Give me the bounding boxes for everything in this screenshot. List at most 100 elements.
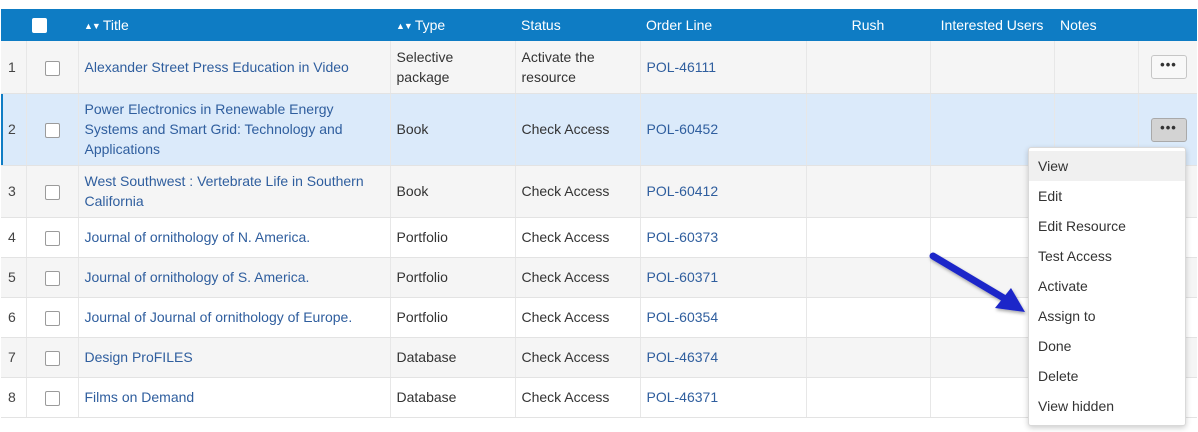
order-line-cell: POL-60371 — [640, 257, 807, 298]
title-link[interactable]: Journal of Journal of ornithology of Eur… — [85, 309, 353, 325]
table-row[interactable]: 1 Alexander Street Press Education in Vi… — [1, 41, 1197, 94]
order-line-link[interactable]: POL-60354 — [647, 309, 719, 325]
row-select-cell[interactable] — [26, 93, 79, 166]
header-actions — [1138, 9, 1197, 41]
table-header-row: ▲▼ Title ▲▼ Type Status Order Line Rush In… — [1, 9, 1197, 41]
row-checkbox[interactable] — [44, 390, 60, 406]
menu-item-done[interactable]: Done — [1029, 331, 1185, 361]
status-cell: Check Access — [515, 93, 641, 166]
title-cell: Journal of ornithology of S. America. — [78, 257, 391, 298]
order-line-link[interactable]: POL-46111 — [647, 59, 717, 75]
order-line-cell: POL-60412 — [640, 165, 807, 218]
row-checkbox[interactable] — [44, 184, 60, 200]
rush-cell — [806, 41, 931, 94]
rush-cell — [806, 93, 931, 166]
row-checkbox[interactable] — [44, 122, 60, 138]
row-number: 7 — [1, 337, 27, 378]
type-cell: Portfolio — [390, 297, 516, 338]
header-notes-label: Notes — [1060, 17, 1097, 33]
order-line-link[interactable]: POL-60452 — [647, 121, 719, 137]
header-rownum — [1, 9, 26, 41]
order-line-link[interactable]: POL-60371 — [647, 269, 719, 285]
title-link[interactable]: Design ProFILES — [85, 349, 193, 365]
title-link[interactable]: West Southwest : Vertebrate Life in Sout… — [85, 173, 364, 209]
header-rush-label: Rush — [851, 17, 885, 33]
table-row[interactable]: 8 Films on Demand Database Check Access … — [1, 377, 1197, 418]
table-row[interactable]: 2 Power Electronics in Renewable Energy … — [1, 93, 1197, 166]
row-select-cell[interactable] — [26, 257, 79, 298]
interested-users-cell — [930, 41, 1055, 94]
header-interested-users-label: Interested Users — [940, 17, 1044, 33]
status-cell: Check Access — [515, 165, 641, 218]
status-cell: Check Access — [515, 217, 641, 258]
header-order-line: Order Line — [640, 9, 806, 41]
row-select-cell[interactable] — [26, 297, 79, 338]
order-line-cell: POL-46374 — [640, 337, 807, 378]
header-title[interactable]: ▲▼ Title — [78, 9, 390, 41]
sort-arrows-icon[interactable]: ▲▼ — [396, 21, 413, 31]
title-link[interactable]: Journal of ornithology of N. America. — [85, 229, 311, 245]
select-all-checkbox[interactable] — [32, 18, 47, 34]
order-line-link[interactable]: POL-46371 — [647, 389, 719, 405]
type-cell: Portfolio — [390, 257, 516, 298]
menu-item-edit[interactable]: Edit — [1029, 181, 1185, 211]
type-cell: Database — [390, 337, 516, 378]
rush-cell — [806, 217, 931, 258]
header-select-all[interactable] — [26, 9, 78, 41]
menu-item-test-access[interactable]: Test Access — [1029, 241, 1185, 271]
row-select-cell[interactable] — [26, 41, 79, 94]
row-select-cell[interactable] — [26, 337, 79, 378]
row-number: 2 — [1, 93, 27, 166]
title-link[interactable]: Alexander Street Press Education in Vide… — [85, 59, 349, 75]
row-select-cell[interactable] — [26, 165, 79, 218]
row-number: 1 — [1, 41, 27, 94]
rush-cell — [806, 165, 931, 218]
more-actions-icon[interactable]: ••• — [1150, 117, 1187, 142]
order-line-link[interactable]: POL-60412 — [647, 183, 719, 199]
title-link[interactable]: Films on Demand — [85, 389, 195, 405]
title-cell: Alexander Street Press Education in Vide… — [78, 41, 391, 94]
header-type[interactable]: ▲▼ Type — [390, 9, 515, 41]
rush-cell — [806, 377, 931, 418]
actions-cell: ••• — [1138, 41, 1197, 94]
title-cell: Journal of ornithology of N. America. — [78, 217, 391, 258]
row-checkbox[interactable] — [44, 270, 60, 286]
sort-arrows-icon[interactable]: ▲▼ — [84, 21, 101, 31]
menu-item-view[interactable]: View — [1029, 151, 1185, 181]
type-cell: Selective package — [390, 41, 516, 94]
row-select-cell[interactable] — [26, 377, 79, 418]
row-checkbox[interactable] — [44, 310, 60, 326]
table-row[interactable]: 7 Design ProFILES Database Check Access … — [1, 337, 1197, 378]
order-line-link[interactable]: POL-60373 — [647, 229, 719, 245]
title-link[interactable]: Power Electronics in Renewable Energy Sy… — [85, 101, 343, 157]
more-actions-icon[interactable]: ••• — [1150, 55, 1187, 80]
row-checkbox[interactable] — [44, 350, 60, 366]
title-cell: Films on Demand — [78, 377, 391, 418]
row-checkbox[interactable] — [44, 60, 60, 76]
title-link[interactable]: Journal of ornithology of S. America. — [85, 269, 310, 285]
menu-item-edit-resource[interactable]: Edit Resource — [1029, 211, 1185, 241]
po-lines-table: ▲▼ Title ▲▼ Type Status Order Line Rush In… — [1, 9, 1197, 418]
row-checkbox[interactable] — [44, 230, 60, 246]
status-cell: Check Access — [515, 297, 641, 338]
menu-item-delete[interactable]: Delete — [1029, 361, 1185, 391]
rush-cell — [806, 337, 931, 378]
header-status-label: Status — [521, 17, 561, 33]
status-cell: Check Access — [515, 377, 641, 418]
order-line-link[interactable]: POL-46374 — [647, 349, 719, 365]
row-number: 5 — [1, 257, 27, 298]
row-number: 3 — [1, 165, 27, 218]
row-actions-menu: View Edit Edit Resource Test Access Acti… — [1028, 147, 1186, 426]
menu-item-activate[interactable]: Activate — [1029, 271, 1185, 301]
table-row[interactable]: 3 West Southwest : Vertebrate Life in So… — [1, 165, 1197, 218]
title-cell: West Southwest : Vertebrate Life in Sout… — [78, 165, 391, 218]
header-interested-users: Interested Users — [930, 9, 1054, 41]
order-line-cell: POL-60452 — [640, 93, 807, 166]
menu-item-assign-to[interactable]: Assign to — [1029, 301, 1185, 331]
row-select-cell[interactable] — [26, 217, 79, 258]
menu-item-view-hidden[interactable]: View hidden — [1029, 391, 1185, 421]
title-cell: Journal of Journal of ornithology of Eur… — [78, 297, 391, 338]
status-cell: Check Access — [515, 337, 641, 378]
order-line-cell: POL-60373 — [640, 217, 807, 258]
header-title-label: Title — [102, 17, 129, 33]
